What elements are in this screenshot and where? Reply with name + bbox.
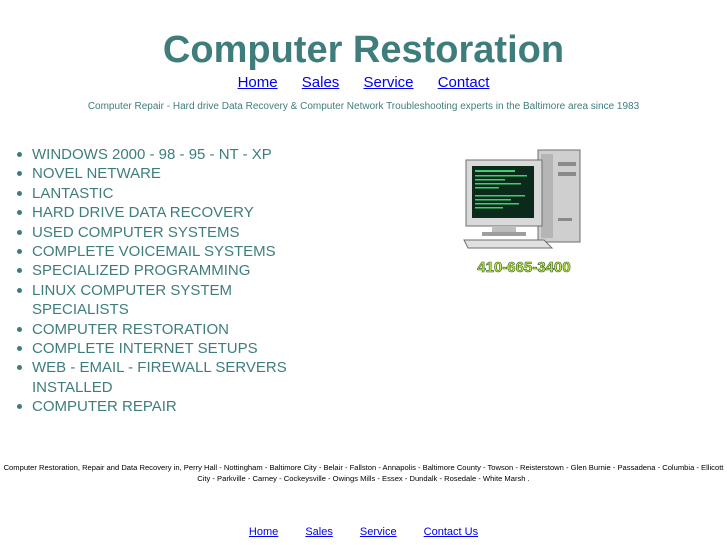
services-list: WINDOWS 2000 - 98 - 95 - NT - XP NOVEL N… (14, 145, 322, 417)
nav-sales-link[interactable]: Sales (302, 74, 340, 91)
tagline: Computer Repair - Hard drive Data Recove… (87, 101, 640, 112)
list-item: COMPUTER REPAIR (17, 397, 322, 416)
list-item: COMPUTER RESTORATION (17, 320, 322, 339)
nav-service-link[interactable]: Service (363, 74, 413, 91)
list-item: SPECIALIZED PROGRAMMING (17, 261, 322, 280)
nav-home-link[interactable]: Home (238, 74, 278, 91)
list-item: WEB - EMAIL - FIREWALL SERVERS INSTALLED (17, 358, 322, 397)
page-title: Computer Restoration (162, 29, 565, 71)
footer-home-link[interactable]: Home (249, 526, 278, 538)
list-item: LANTASTIC (17, 184, 322, 203)
computer-image: 410-665-3400 (462, 148, 587, 278)
footer-service-link[interactable]: Service (360, 526, 397, 538)
list-item: WINDOWS 2000 - 98 - 95 - NT - XP (17, 145, 322, 164)
list-item: LINUX COMPUTER SYSTEM SPECIALISTS (17, 281, 322, 320)
phone-number: 410-665-3400 (477, 259, 570, 276)
nav-contact-link[interactable]: Contact (438, 74, 490, 91)
top-nav: Home Sales Service Contact (0, 73, 727, 93)
list-item: COMPLETE INTERNET SETUPS (17, 339, 322, 358)
footer-contact-link[interactable]: Contact Us (424, 526, 478, 538)
list-item: USED COMPUTER SYSTEMS (17, 223, 322, 242)
desktop-computer-icon: 410-665-3400 (463, 149, 581, 276)
list-item: COMPLETE VOICEMAIL SYSTEMS (17, 242, 322, 261)
list-item: NOVEL NETWARE (17, 164, 322, 183)
footer-sales-link[interactable]: Sales (305, 526, 333, 538)
bottom-nav: Home Sales Service Contact Us (0, 524, 727, 540)
list-item: HARD DRIVE DATA RECOVERY (17, 203, 322, 222)
footer-locations: Computer Restoration, Repair and Data Re… (3, 463, 724, 483)
